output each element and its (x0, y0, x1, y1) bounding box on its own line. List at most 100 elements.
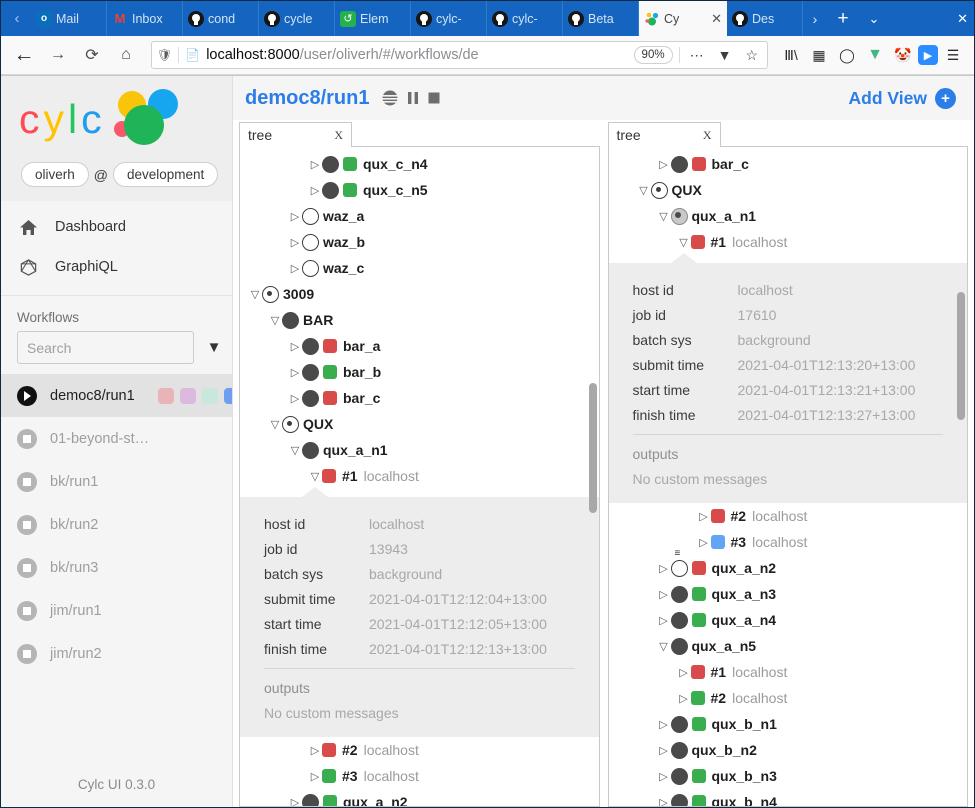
latest-job-state-icon[interactable] (692, 613, 706, 627)
chevron-down-icon[interactable] (677, 236, 691, 249)
tree-row-task[interactable]: qux_a_n1 (240, 437, 599, 463)
tree-row-job[interactable]: #3localhost (609, 529, 968, 555)
browser-tab[interactable]: cycle (259, 1, 335, 36)
hold-icon[interactable] (381, 89, 399, 107)
chevron-right-icon[interactable] (288, 796, 302, 807)
tree-row-task[interactable]: qux_a_n4 (609, 607, 968, 633)
chevron-right-icon[interactable] (657, 158, 671, 171)
tree-row-task[interactable]: qux_a_n1 (609, 203, 968, 229)
chevron-right-icon[interactable] (288, 236, 302, 249)
job-state-icon[interactable] (691, 691, 705, 705)
tree-row-job[interactable]: #1localhost (240, 463, 599, 489)
tracking-protection-icon[interactable]: 🛡 (157, 48, 172, 62)
search-box[interactable] (17, 331, 194, 364)
tree-row-job[interactable]: #3localhost (240, 763, 599, 789)
library-icon[interactable]: Ⅲ\ (778, 42, 804, 68)
task-state-icon[interactable] (671, 638, 688, 655)
chevron-right-icon[interactable] (657, 562, 671, 575)
tree-row-cycle[interactable]: QUX (240, 411, 599, 437)
chevron-right-icon[interactable] (657, 770, 671, 783)
browser-tab[interactable]: Des (727, 1, 803, 36)
home-button[interactable]: ⌂ (111, 40, 141, 70)
chevron-right-icon[interactable] (657, 588, 671, 601)
chevron-down-icon[interactable] (637, 184, 651, 197)
list-all-tabs-button[interactable]: ⌄ (859, 1, 889, 36)
job-state-icon[interactable] (322, 743, 336, 757)
task-state-icon[interactable] (302, 208, 319, 225)
scrollbar-left[interactable] (589, 383, 597, 513)
browser-tab[interactable]: Beta (563, 1, 639, 36)
tab-scroll-right-button[interactable]: › (803, 1, 827, 36)
task-state-icon[interactable] (282, 312, 299, 329)
latest-job-state-icon[interactable] (692, 795, 706, 806)
chevron-down-icon[interactable] (268, 418, 282, 431)
extension-icon[interactable]: 🤡 (890, 42, 916, 68)
search-input[interactable] (18, 332, 193, 363)
cylc-logo[interactable]: cylc (1, 76, 232, 162)
job-state-icon[interactable] (322, 469, 336, 483)
task-state-icon[interactable] (671, 208, 688, 225)
tree-right[interactable]: bar_cQUXqux_a_n1#1localhosthost idlocalh… (609, 147, 968, 806)
sidebar-item-dashboard[interactable]: Dashboard (1, 207, 232, 247)
tree-row-task[interactable]: qux_b_n4 (609, 789, 968, 806)
workflow-list-item[interactable]: jim/run1 (1, 589, 232, 632)
chevron-right-icon[interactable] (308, 744, 322, 757)
add-view-button[interactable]: Add View + (849, 88, 956, 109)
user-chip[interactable]: oliverh (21, 162, 89, 187)
tree-row-cycle[interactable]: QUX (609, 177, 968, 203)
tree-row-task[interactable]: qux_c_n4 (240, 151, 599, 177)
latest-job-state-icon[interactable] (343, 157, 357, 171)
view-tab-left-close-icon[interactable]: X (334, 128, 343, 143)
task-state-icon[interactable] (671, 768, 688, 785)
latest-job-state-icon[interactable] (323, 365, 337, 379)
latest-job-state-icon[interactable] (692, 717, 706, 731)
sidebar-item-graphiql[interactable]: GraphiQL (1, 247, 232, 287)
browser-tab[interactable]: cylc- (411, 1, 487, 36)
tree-left[interactable]: qux_c_n4qux_c_n5waz_awaz_bwaz_c3009BARba… (240, 147, 599, 806)
chevron-down-icon[interactable] (308, 470, 322, 483)
latest-job-state-icon[interactable] (343, 183, 357, 197)
new-tab-button[interactable]: + (827, 1, 859, 36)
browser-tab[interactable]: MInbox (107, 1, 183, 36)
task-state-icon[interactable] (302, 794, 319, 807)
task-held-icon[interactable] (671, 560, 688, 577)
workflow-list-item[interactable]: bk/run3 (1, 546, 232, 589)
latest-job-state-icon[interactable] (323, 391, 337, 405)
vue-devtools-icon[interactable]: ▼ (862, 42, 888, 68)
task-state-icon[interactable] (671, 742, 688, 759)
tree-row-task[interactable]: bar_c (240, 385, 599, 411)
task-state-icon[interactable] (302, 234, 319, 251)
chevron-right-icon[interactable] (657, 614, 671, 627)
browser-tab[interactable]: cond (183, 1, 259, 36)
chevron-right-icon[interactable] (677, 666, 691, 679)
chevron-right-icon[interactable] (697, 536, 711, 549)
chevron-right-icon[interactable] (288, 262, 302, 275)
chevron-right-icon[interactable] (308, 184, 322, 197)
tree-row-task[interactable]: waz_c (240, 255, 599, 281)
reader-pocket-icon[interactable]: ▼ (714, 47, 736, 63)
workflow-list-item[interactable]: bk/run2 (1, 503, 232, 546)
tree-row-task[interactable]: BAR (240, 307, 599, 333)
job-state-icon[interactable] (691, 665, 705, 679)
view-tab-right[interactable]: tree X (608, 122, 721, 147)
workflow-list-item[interactable]: 01-beyond-st… (1, 417, 232, 460)
task-state-icon[interactable] (302, 338, 319, 355)
scrollbar-right[interactable] (957, 292, 965, 420)
task-state-icon[interactable] (671, 156, 688, 173)
page-info-icon[interactable]: 📄 (185, 48, 200, 62)
workflow-list-item[interactable]: bk/run1 (1, 460, 232, 503)
window-close-button[interactable]: ✕ (957, 1, 968, 36)
tree-row-task[interactable]: qux_a_n3 (609, 581, 968, 607)
view-tab-left[interactable]: tree X (239, 122, 352, 147)
zoom-meeting-icon[interactable]: ▶ (918, 45, 938, 65)
task-state-icon[interactable] (671, 716, 688, 733)
zoom-level-badge[interactable]: 90% (634, 46, 673, 64)
chevron-down-icon[interactable] (657, 210, 671, 223)
sidebar-icon[interactable]: ▦ (806, 42, 832, 68)
latest-job-state-icon[interactable] (692, 561, 706, 575)
chevron-right-icon[interactable] (657, 718, 671, 731)
bookmark-star-icon[interactable]: ☆ (741, 47, 762, 64)
tree-row-task[interactable]: qux_b_n1 (609, 711, 968, 737)
tree-row-task[interactable]: qux_b_n3 (609, 763, 968, 789)
tree-row-task[interactable]: bar_b (240, 359, 599, 385)
